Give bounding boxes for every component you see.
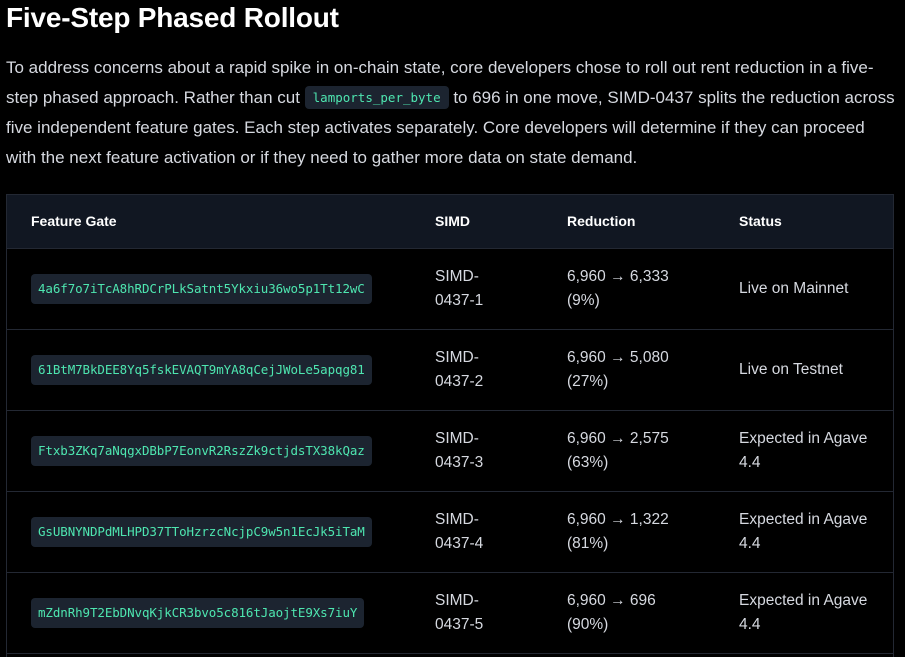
status-cell: Live on Mainnet bbox=[739, 248, 893, 330]
feature-gate-cell: 61BtM7BkDEE8Yq5fskEVAQT9mYA8qCejJWoLe5ap… bbox=[7, 329, 435, 411]
table-header-row: Feature Gate SIMD Reduction Status bbox=[7, 195, 893, 249]
page-title: Five-Step Phased Rollout bbox=[6, 2, 339, 33]
feature-gate-id: GsUBNYNDPdMLHPD37TToHzrzcNcjpC9w5n1EcJk5… bbox=[31, 516, 372, 547]
header-feature-gate: Feature Gate bbox=[7, 195, 435, 249]
simd-cell: SIMD- 0437-5 bbox=[435, 572, 567, 654]
intro-paragraph: To address concerns about a rapid spike … bbox=[6, 53, 898, 173]
reduction-cell: 6,960 → 696 (90%) bbox=[567, 572, 739, 654]
header-status: Status bbox=[739, 195, 893, 249]
status-cell: Expected in Agave 4.4 bbox=[739, 572, 893, 654]
reduction-cell: 6,960 → 5,080 (27%) bbox=[567, 329, 739, 411]
status-text: Expected in Agave bbox=[739, 510, 868, 528]
feature-gate-id: mZdnRh9T2EbDNvqKjkCR3bvo5c816tJaojtE9Xs7… bbox=[31, 597, 365, 628]
simd-cell: SIMD- 0437-4 bbox=[435, 491, 567, 573]
status-cell: Live on Testnet bbox=[739, 329, 893, 411]
feature-gate-cell: Ftxb3ZKq7aNqgxDBbP7EonvR2RszZk9ctjdsTX38… bbox=[7, 410, 435, 492]
simd-number: 0437-4 bbox=[435, 534, 484, 552]
inline-code-lamports-per-byte: lamports_per_byte bbox=[304, 86, 449, 109]
reduction-cell: 6,960 → 1,322 (81%) bbox=[567, 491, 739, 573]
table-row: Ftxb3ZKq7aNqgxDBbP7EonvR2RszZk9ctjdsTX38… bbox=[7, 410, 893, 492]
reduction-values: 6,960 → 2,575 bbox=[567, 429, 669, 447]
table-row: 61BtM7BkDEE8Yq5fskEVAQT9mYA8qCejJWoLe5ap… bbox=[7, 329, 893, 411]
table-row: GsUBNYNDPdMLHPD37TToHzrzcNcjpC9w5n1EcJk5… bbox=[7, 491, 893, 573]
status-text: Expected in Agave bbox=[739, 429, 868, 447]
feature-gate-id: Ftxb3ZKq7aNqgxDBbP7EonvR2RszZk9ctjdsTX38… bbox=[31, 435, 372, 466]
status-text: Expected in Agave bbox=[739, 591, 868, 609]
reduction-values: 6,960 → 1,322 bbox=[567, 510, 669, 528]
simd-cell: SIMD- 0437-3 bbox=[435, 410, 567, 492]
simd-number: 0437-2 bbox=[435, 372, 484, 390]
simd-label: SIMD- bbox=[435, 267, 479, 285]
status-cell: Expected in Agave 4.4 bbox=[739, 491, 893, 573]
header-simd: SIMD bbox=[435, 195, 567, 249]
status-text: Live on Testnet bbox=[739, 360, 843, 378]
reduction-percent: (9%) bbox=[567, 291, 600, 309]
feature-gate-cell: mZdnRh9T2EbDNvqKjkCR3bvo5c816tJaojtE9Xs7… bbox=[7, 572, 435, 654]
reduction-values: 6,960 → 5,080 bbox=[567, 348, 669, 366]
feature-gate-cell: 4a6f7o7iTcA8hRDCrPLkSatnt5Ykxiu36wo5p1Tt… bbox=[7, 248, 435, 330]
simd-label: SIMD- bbox=[435, 429, 479, 447]
simd-cell: SIMD- 0437-1 bbox=[435, 248, 567, 330]
status-version: 4.4 bbox=[739, 615, 761, 633]
rollout-table-container: Feature Gate SIMD Reduction Status 4a6f7… bbox=[6, 194, 894, 657]
status-cell: Expected in Agave 4.4 bbox=[739, 410, 893, 492]
simd-label: SIMD- bbox=[435, 591, 479, 609]
reduction-cell: 6,960 → 2,575 (63%) bbox=[567, 410, 739, 492]
reduction-cell: 6,960 → 6,333 (9%) bbox=[567, 248, 739, 330]
simd-label: SIMD- bbox=[435, 348, 479, 366]
status-text: Live on Mainnet bbox=[739, 279, 849, 297]
simd-number: 0437-3 bbox=[435, 453, 484, 471]
table-row: 4a6f7o7iTcA8hRDCrPLkSatnt5Ykxiu36wo5p1Tt… bbox=[7, 248, 893, 330]
feature-gate-id: 61BtM7BkDEE8Yq5fskEVAQT9mYA8qCejJWoLe5ap… bbox=[31, 354, 372, 385]
status-version: 4.4 bbox=[739, 534, 761, 552]
reduction-percent: (90%) bbox=[567, 615, 609, 633]
reduction-values: 6,960 → 696 bbox=[567, 591, 656, 609]
table-row: mZdnRh9T2EbDNvqKjkCR3bvo5c816tJaojtE9Xs7… bbox=[7, 572, 893, 654]
feature-gate-id: 4a6f7o7iTcA8hRDCrPLkSatnt5Ykxiu36wo5p1Tt… bbox=[31, 273, 372, 304]
feature-gate-cell: GsUBNYNDPdMLHPD37TToHzrzcNcjpC9w5n1EcJk5… bbox=[7, 491, 435, 573]
simd-label: SIMD- bbox=[435, 510, 479, 528]
reduction-percent: (27%) bbox=[567, 372, 609, 390]
reduction-values: 6,960 → 6,333 bbox=[567, 267, 669, 285]
reduction-percent: (63%) bbox=[567, 453, 609, 471]
reduction-percent: (81%) bbox=[567, 534, 609, 552]
simd-number: 0437-1 bbox=[435, 291, 484, 309]
header-reduction: Reduction bbox=[567, 195, 739, 249]
simd-cell: SIMD- 0437-2 bbox=[435, 329, 567, 411]
rollout-table: Feature Gate SIMD Reduction Status 4a6f7… bbox=[7, 195, 893, 654]
simd-number: 0437-5 bbox=[435, 615, 484, 633]
status-version: 4.4 bbox=[739, 453, 761, 471]
